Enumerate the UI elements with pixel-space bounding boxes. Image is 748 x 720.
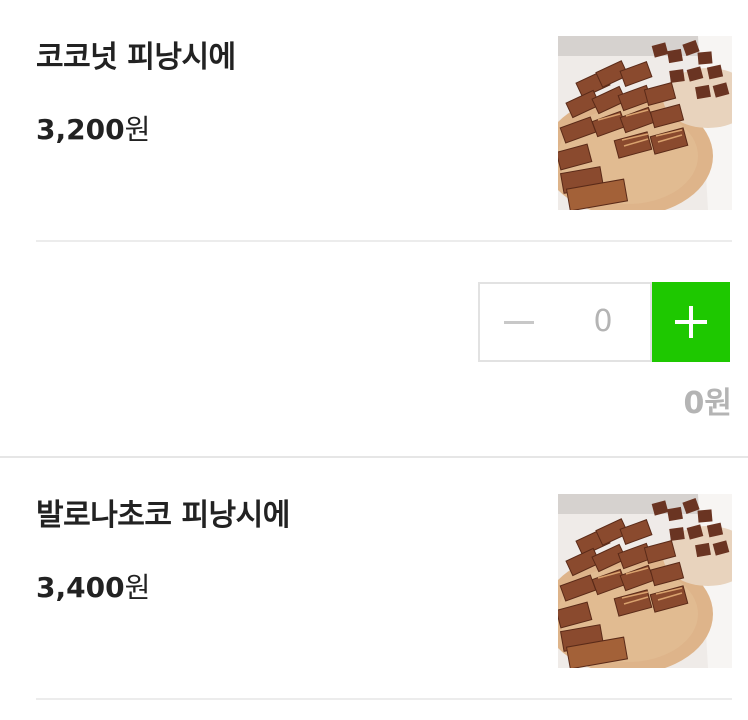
- product-photo: [558, 36, 732, 210]
- product-thumbnail[interactable]: [558, 494, 732, 668]
- subtotal-price: 0원: [683, 386, 732, 421]
- product-thumbnail[interactable]: [558, 36, 732, 210]
- quantity-value[interactable]: 0: [556, 282, 652, 362]
- quantity-stepper[interactable]: 0: [478, 282, 730, 362]
- price-unit: 원: [124, 571, 151, 604]
- product-photo: [558, 494, 732, 668]
- product-name: 발로나초코 피낭시에: [36, 498, 290, 533]
- decrease-quantity-button[interactable]: [478, 282, 558, 362]
- price-amount: 3,400: [36, 571, 125, 604]
- product-price: 3,400원: [36, 566, 150, 606]
- divider: [36, 698, 732, 700]
- minus-icon: [504, 321, 534, 324]
- divider: [36, 240, 732, 242]
- product-name: 코코넛 피낭시에: [36, 40, 236, 75]
- product-price: 3,200원: [36, 108, 150, 148]
- price-unit: 원: [124, 113, 151, 146]
- section-divider: [0, 456, 748, 458]
- increase-quantity-button[interactable]: [652, 282, 730, 362]
- price-amount: 3,200: [36, 113, 125, 146]
